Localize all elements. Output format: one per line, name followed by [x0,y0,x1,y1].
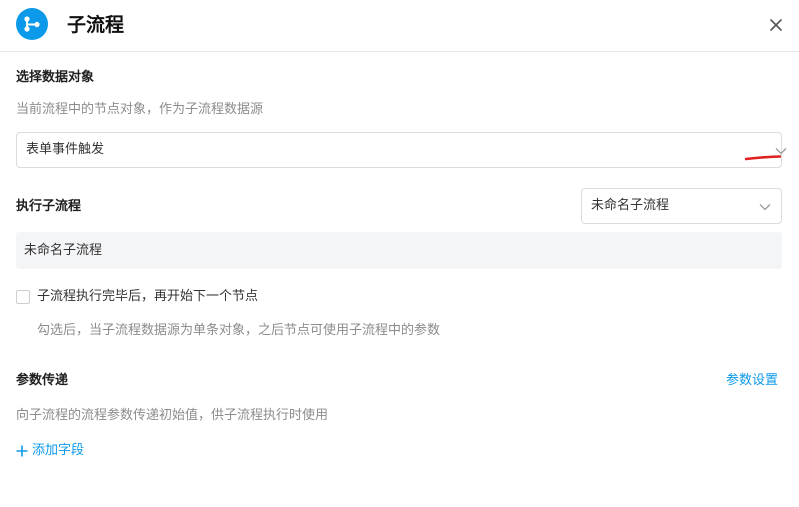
subflow-select[interactable]: 未命名子流程 [581,188,782,224]
subflow-name-field[interactable]: 未命名子流程 [16,232,782,269]
data-object-title: 选择数据对象 [16,70,95,85]
wait-subflow-checkbox-label[interactable]: 子流程执行完毕后，再开始下一个节点 [37,288,258,306]
dialog-title: 子流程 [67,14,125,36]
execute-subflow-title: 执行子流程 [16,199,82,214]
subflow-select-value: 未命名子流程 [591,198,670,213]
data-object-hint: 当前流程中的节点对象，作为子流程数据源 [16,102,264,117]
params-settings-link[interactable]: 参数设置 [726,372,778,390]
chevron-down-icon [775,148,787,155]
params-title: 参数传递 [16,373,69,388]
data-object-select-value: 表单事件触发 [26,142,105,157]
params-hint: 向子流程的流程参数传递初始值，供子流程执行时使用 [16,408,329,423]
chevron-down-icon [759,204,771,211]
red-annotation-mark [745,155,781,161]
wait-subflow-checkbox[interactable] [16,290,30,304]
plus-icon[interactable] [16,445,28,457]
add-field-button[interactable]: 添加字段 [32,442,84,460]
wait-subflow-hint: 勾选后，当子流程数据源为单条对象，之后节点可使用子流程中的参数 [37,323,441,338]
subflow-name-value: 未命名子流程 [24,243,103,258]
data-object-select[interactable]: 表单事件触发 [16,132,787,168]
subflow-icon [16,8,48,40]
close-icon[interactable] [766,15,786,35]
dialog-header: 子流程 [0,0,799,52]
